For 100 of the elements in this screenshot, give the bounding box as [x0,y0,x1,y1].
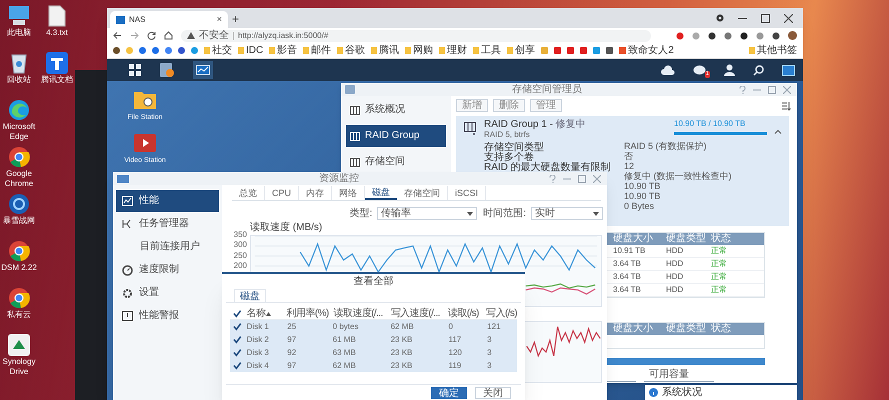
checkbox[interactable] [233,361,242,370]
home-icon[interactable] [164,31,173,40]
detail-value: 0 Bytes [624,202,654,210]
bookmark-folder[interactable]: 邮件 [303,46,332,56]
column-header[interactable]: 写入(/s) [486,308,517,318]
gauge-icon [122,264,133,276]
bookmark-folder[interactable]: 社交 [204,46,232,56]
confirm-button[interactable]: 确定 [431,387,467,399]
reload-icon[interactable] [147,31,156,40]
table-cell-text: 25 [286,322,298,330]
table-cell-text: Disk 1 [246,322,270,330]
icon-label: 回收站 [7,75,31,85]
icon-label: 腾讯文档 [41,75,73,85]
folder-icon [507,47,514,54]
widgets-icon[interactable] [782,64,795,76]
close-button[interactable]: 关闭 [475,387,511,399]
sidebar-item[interactable]: 系统概况 [346,99,446,121]
monitor-app-icon[interactable] [193,61,213,79]
sidebar-item[interactable]: 存储空间 [346,151,446,173]
bookmark-folder[interactable]: 谷歌 [337,46,366,56]
bookmark-folder[interactable]: 理财 [439,46,468,56]
icon-label: 4.3.txt [46,28,68,38]
storage-app-icon[interactable] [159,62,175,78]
table-cell-text: 62 MB [332,362,357,370]
sidebar-item[interactable]: 性能警报 [116,305,219,327]
back-icon[interactable] [113,31,122,40]
tab[interactable]: 内存 [299,186,332,200]
maximize-icon[interactable] [761,14,770,22]
tab-title: NAS [129,14,146,26]
column-header[interactable]: 名称 [246,308,266,318]
bookmark-folder[interactable]: 创享 [507,46,536,56]
user-icon[interactable] [724,64,735,76]
icon-label: 暴雪战网 [3,216,35,226]
list-icon [350,132,360,140]
chrome-icon [8,146,30,168]
main-menu-icon[interactable] [129,64,141,76]
folder-icon [204,47,210,54]
checkbox[interactable] [233,348,242,357]
new-tab-button[interactable]: + [232,13,240,25]
bookmark-link[interactable]: 致命女人2 [619,46,674,56]
dropdown[interactable]: 传输率 [377,207,478,220]
search-icon[interactable] [753,64,764,76]
icon-label: Synology Drive [2,357,36,377]
close-icon[interactable] [784,14,793,22]
checkbox[interactable] [233,322,242,331]
table-cell-text: Disk 2 [246,336,270,344]
tab-close-button[interactable]: × [216,15,222,24]
table-cell-text: 正常 [711,260,728,268]
table-row[interactable]: Disk 2 97 61 MB 23 KB 117 3 [230,333,517,346]
tab[interactable]: 存储空间 [397,186,448,200]
tab[interactable]: 磁盘 [234,289,266,302]
game-launcher-icon [8,193,30,215]
checkbox[interactable] [233,309,242,318]
bookmark-folder[interactable]: 网购 [405,46,434,56]
sidebar-item[interactable]: RAID Group [346,125,446,147]
table-row[interactable]: Disk 4 97 62 MB 23 KB 119 3 [230,359,517,372]
tab[interactable]: 磁盘 [365,186,398,200]
bookmark-folder[interactable]: 其他书签 [749,46,797,56]
sidebar-item[interactable]: 性能 [116,190,219,212]
sort-icon[interactable] [781,100,791,110]
tab[interactable]: CPU [265,186,300,200]
column-header[interactable]: 利用率(%) [286,308,329,318]
bookmark-folder[interactable]: 工具 [473,46,502,56]
tab[interactable]: 总览 [232,186,265,200]
cloud-icon[interactable] [661,64,675,76]
sidebar-item[interactable]: 速度限制 [116,259,219,281]
app-icon [345,85,355,94]
browser-tab[interactable]: NAS × [110,11,228,28]
axis-label: 300 [234,241,247,250]
column-header[interactable]: 写入速度(/... [390,308,440,318]
bookmark-folder[interactable]: 影音 [269,46,298,56]
sidebar-item[interactable]: 目前连接用户 [116,236,219,258]
tab[interactable]: iSCSI [448,186,486,200]
column-header[interactable]: 读取(/s) [448,308,479,318]
table-row[interactable]: Disk 1 25 0 bytes 62 MB 0 121 [230,320,517,333]
detail-label: 存储空间类型 [484,142,544,153]
sidebar-item[interactable]: 设置 [116,282,219,304]
bookmark-folder[interactable]: 腾讯 [371,46,400,56]
column-header[interactable]: 读取速度(/... [334,308,383,318]
dropdown[interactable]: 实时 [531,207,603,220]
toolbar-button[interactable]: 新增 [456,99,488,112]
address-bar[interactable]: 不安全 http://alyzq.iask.in:5000/# [181,30,651,42]
profile-icon [716,14,724,22]
avatar-icon[interactable] [788,31,797,40]
sort-icon [266,312,272,316]
table-cell-text: 10.91 TB [613,247,646,255]
table-cell-text: 92 [286,348,298,356]
checkbox[interactable] [233,335,242,344]
table-row[interactable]: Disk 3 92 63 MB 23 KB 120 3 [230,346,517,359]
folder-icon [749,47,755,54]
sidebar-item[interactable]: 任务管理器 [116,213,219,235]
tab[interactable]: 网络 [332,186,366,200]
detail-value: 10.90 TB [624,192,660,200]
raid-subtitle: RAID 5, btrfs [484,130,531,140]
table-cell-text: 3.64 TB [613,260,642,268]
folder-icon [269,47,276,54]
chat-icon[interactable] [693,64,706,76]
collapse-icon[interactable] [774,129,782,134]
bookmark-folder[interactable]: IDC [238,46,264,56]
tab[interactable]: 可用容量 [644,369,714,382]
